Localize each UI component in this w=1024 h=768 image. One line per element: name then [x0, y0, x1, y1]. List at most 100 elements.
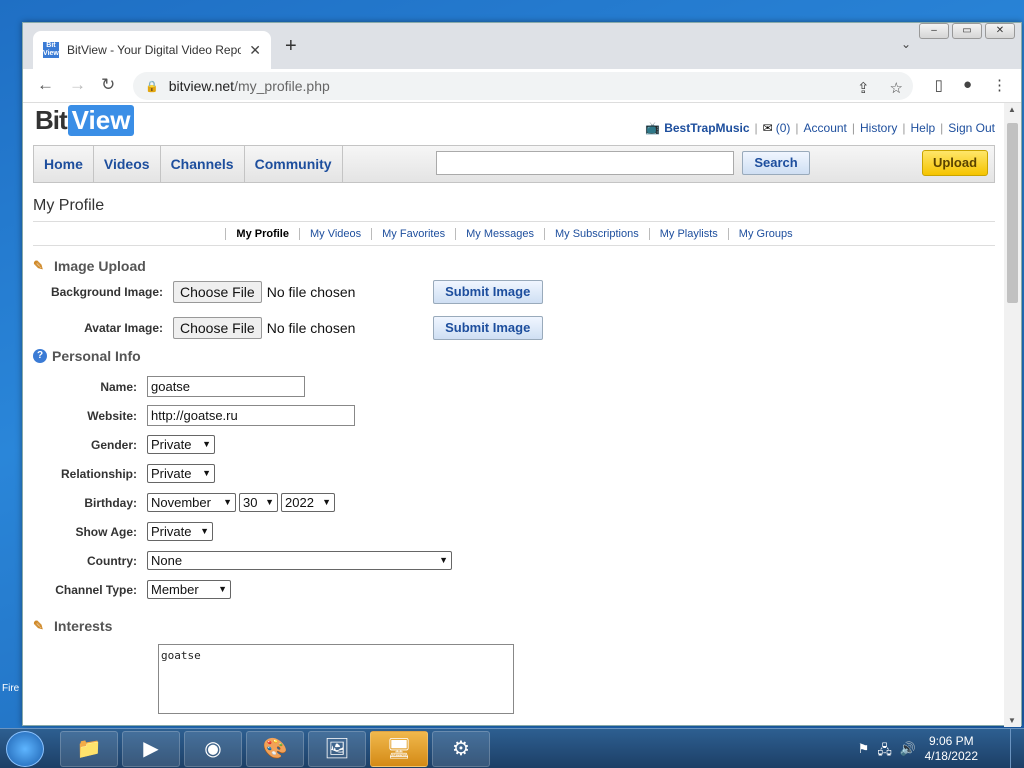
nav-channels[interactable]: Channels [161, 146, 245, 182]
desktop-icon-label[interactable]: Fire [2, 683, 19, 694]
profile-avatar-icon[interactable]: ● [963, 76, 972, 94]
chrome-icon[interactable]: ◉ [184, 731, 242, 767]
network-icon[interactable]: 🖧 [877, 741, 892, 763]
birthday-year-select[interactable]: 2022 ▼ [281, 493, 335, 512]
file-explorer-icon[interactable]: 📁 [60, 731, 118, 767]
help-link[interactable]: Help [910, 121, 935, 135]
url-host: bitview.net [168, 78, 235, 94]
chevron-down-icon: ▼ [439, 555, 448, 565]
paint-icon[interactable]: 🎨 [246, 731, 304, 767]
gender-value: Private [151, 437, 192, 452]
url-path: /my_profile.php [234, 78, 330, 94]
search-button[interactable]: Search [742, 151, 810, 175]
subnav-my-subscriptions[interactable]: My Subscriptions [543, 228, 649, 240]
photo-viewer-icon[interactable]: 🖼 [308, 731, 366, 767]
website-label: Website: [87, 408, 137, 423]
tab-search-chevron-icon[interactable]: ⌄ [901, 37, 911, 51]
kebab-menu-icon[interactable]: ⋮ [992, 76, 1007, 94]
interests-textarea[interactable]: goatse [158, 644, 514, 714]
site-search-input[interactable] [436, 151, 734, 175]
share-icon[interactable]: ⇪ [857, 79, 870, 97]
show-age-select[interactable]: Private ▼ [147, 522, 213, 541]
nav-home[interactable]: Home [34, 146, 94, 182]
control-panel-icon[interactable]: ⚙ [432, 731, 490, 767]
close-tab-icon[interactable]: ✕ [249, 42, 261, 59]
sign-out-link[interactable]: Sign Out [948, 121, 995, 135]
channel-type-value: Member [151, 582, 199, 597]
choose-background-file-button[interactable]: Choose File [173, 281, 262, 303]
website-input[interactable]: http://goatse.ru [147, 405, 355, 426]
side-panel-icon[interactable]: ▯ [935, 76, 943, 94]
messages-count-link[interactable]: (0) [776, 121, 791, 135]
account-link[interactable]: Account [804, 121, 847, 135]
gender-select[interactable]: Private ▼ [147, 435, 215, 454]
remote-desktop-icon[interactable]: 🖥 [370, 731, 428, 767]
subnav-my-playlists[interactable]: My Playlists [648, 228, 728, 240]
birthday-day-value: 30 [243, 495, 258, 510]
scroll-up-icon[interactable]: ▲ [1008, 105, 1016, 114]
start-button[interactable] [6, 731, 44, 767]
lock-icon[interactable]: 🔒 [145, 80, 159, 93]
submit-background-image-button[interactable]: Submit Image [432, 280, 543, 304]
subnav-my-groups[interactable]: My Groups [727, 228, 803, 240]
pencil-icon: ✎ [33, 258, 44, 273]
browser-window: Bit View BitView - Your Digital Video Re… [22, 22, 1022, 727]
subnav-my-videos[interactable]: My Videos [298, 228, 372, 240]
name-row: Name: goatse [33, 372, 995, 401]
nav-community[interactable]: Community [245, 146, 343, 182]
page-scrollbar[interactable]: ▲ ▼ [1004, 103, 1021, 727]
back-icon[interactable]: ← [37, 75, 54, 95]
media-player-icon[interactable]: ▶ [122, 731, 180, 767]
logo-view: View [67, 105, 135, 136]
birthday-month-select[interactable]: November ▼ [147, 493, 236, 512]
tv-icon: 📺 [645, 121, 661, 135]
name-input[interactable]: goatse [147, 376, 305, 397]
chevron-down-icon: ▼ [200, 526, 209, 536]
submit-avatar-image-button[interactable]: Submit Image [432, 316, 543, 340]
taskbar-clock[interactable]: 9:06 PM 4/18/2022 [925, 734, 978, 764]
birthday-year-value: 2022 [285, 495, 314, 510]
subnav-my-messages[interactable]: My Messages [455, 228, 544, 240]
subnav-my-favorites[interactable]: My Favorites [371, 228, 456, 240]
birthday-day-select[interactable]: 30 ▼ [239, 493, 278, 512]
nav-videos[interactable]: Videos [94, 146, 161, 182]
bookmark-star-icon[interactable]: ☆ [890, 79, 903, 97]
reload-icon[interactable]: ↻ [101, 75, 115, 95]
choose-avatar-file-button[interactable]: Choose File [173, 317, 262, 339]
close-window-icon[interactable]: ✕ [985, 23, 1015, 39]
relationship-value: Private [151, 466, 192, 481]
mail-icon[interactable]: ✉ [763, 121, 773, 135]
show-age-row: Show Age: Private ▼ [33, 517, 995, 546]
image-upload-heading: ✎ Image Upload [33, 258, 995, 274]
clock-time: 9:06 PM [928, 734, 974, 748]
scroll-down-icon[interactable]: ▼ [1008, 716, 1016, 725]
relationship-label: Relationship: [60, 466, 137, 481]
maximize-icon[interactable]: ▭ [952, 23, 982, 39]
avatar-image-row: Avatar Image: Choose File No file chosen… [33, 310, 995, 346]
forward-icon[interactable]: → [69, 75, 86, 95]
volume-icon[interactable]: 🔊 [900, 741, 916, 763]
country-select[interactable]: None ▼ [147, 551, 452, 570]
subnav-my-profile[interactable]: My Profile [225, 228, 299, 240]
tab-title: BitView - Your Digital Video Repository [66, 43, 242, 57]
upload-button[interactable]: Upload [922, 150, 988, 176]
new-tab-icon[interactable]: + [285, 35, 297, 58]
site-navbar: Home Videos Channels Community Search Up… [33, 145, 995, 183]
interests-heading: ✎ Interests [33, 618, 995, 634]
relationship-select[interactable]: Private ▼ [147, 464, 215, 483]
country-value: None [151, 553, 183, 568]
scrollbar-thumb[interactable] [1007, 123, 1018, 303]
omnibox-actions: ⇪ ☆ [857, 79, 903, 97]
username-link[interactable]: BestTrapMusic [664, 121, 749, 135]
bitview-logo[interactable]: Bit View [35, 105, 135, 136]
name-label: Name: [100, 379, 137, 394]
page-title: My Profile [33, 197, 995, 222]
history-link[interactable]: History [860, 121, 897, 135]
browser-tab[interactable]: Bit View BitView - Your Digital Video Re… [33, 31, 271, 69]
channel-type-select[interactable]: Member ▼ [147, 580, 231, 599]
minimize-icon[interactable]: – [919, 23, 949, 39]
address-bar[interactable]: 🔒 bitview.net/my_profile.php ⇪ ☆ [133, 72, 913, 100]
show-desktop-button[interactable] [1010, 729, 1024, 768]
background-file-status: No file chosen [266, 284, 356, 300]
action-center-flag-icon[interactable]: ⚑ [858, 741, 870, 763]
